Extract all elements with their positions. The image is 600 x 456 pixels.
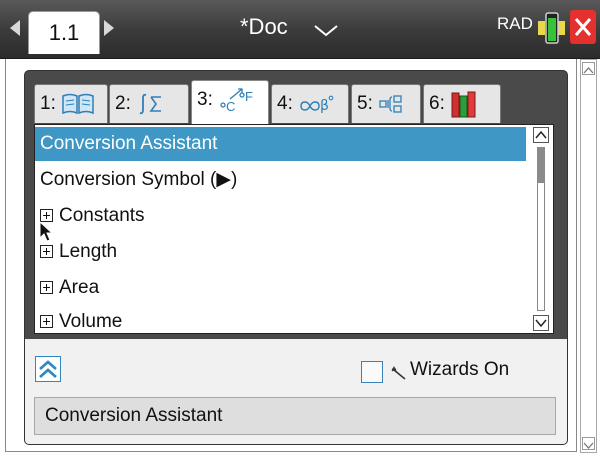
list-item-label: Area [59, 277, 100, 298]
svg-text:β: β [320, 98, 329, 114]
expand-plus-icon[interactable] [40, 281, 53, 294]
screen: 1.1 *Doc RAD 1: 2: 3: C F 4: β 5: 6: Con… [0, 0, 600, 456]
mouse-pointer-icon [39, 221, 54, 242]
svg-text:F: F [245, 89, 253, 104]
catalog-bottom-panel: Wizards On Conversion Assistant [25, 339, 567, 444]
library-books-icon [451, 91, 476, 118]
tab-2[interactable]: 2: [109, 84, 189, 123]
page-scrollbar[interactable] [580, 59, 597, 453]
expand-plus-icon[interactable] [40, 245, 53, 258]
top-bar: 1.1 *Doc RAD [0, 0, 600, 59]
template-icon [379, 95, 402, 113]
list-item-label: Length [59, 241, 118, 262]
item-description: Conversion Assistant [34, 397, 556, 435]
list-scrollbar[interactable] [532, 127, 550, 331]
tab-3[interactable]: 3: C F [191, 80, 269, 126]
collapse-button[interactable] [35, 356, 61, 382]
list-item-constants[interactable]: Constants [35, 199, 526, 233]
list-item-label: Volume [59, 311, 123, 332]
tab-3-label: 3: [197, 89, 213, 110]
tab-6-label: 6: [429, 93, 445, 114]
wizards-label[interactable]: Wizards On [410, 359, 509, 381]
infinity-beta-icon: β [300, 95, 334, 114]
page-tab[interactable]: 1.1 [28, 11, 100, 54]
previous-page-icon[interactable] [10, 20, 20, 36]
list-item-label: Conversion Symbol (▶) [40, 169, 238, 190]
list-item-label: Conversion Assistant [40, 133, 218, 154]
tab-2-label: 2: [115, 93, 131, 114]
document-title[interactable]: *Doc [240, 14, 288, 40]
list-scroll-up-button[interactable] [533, 127, 549, 143]
angle-mode-indicator: RAD [497, 14, 533, 33]
battery-icon [538, 12, 565, 44]
list-item-conversion-symbol[interactable]: Conversion Symbol (▶) [35, 163, 526, 197]
tab-5-label: 5: [357, 93, 373, 114]
list-scroll-down-button[interactable] [533, 315, 549, 331]
list-item-conversion-assistant[interactable]: Conversion Assistant [35, 127, 526, 161]
tab-1[interactable]: 1: [34, 84, 108, 123]
close-icon[interactable] [570, 10, 596, 44]
tab-5[interactable]: 5: [351, 84, 421, 123]
wand-icon [391, 366, 406, 380]
page-scroll-up-button[interactable] [582, 62, 595, 75]
list-item-volume[interactable]: Volume [35, 305, 526, 333]
expand-plus-icon[interactable] [40, 315, 53, 328]
list-item-area[interactable]: Area [35, 271, 526, 305]
wizards-checkbox[interactable] [361, 361, 383, 383]
degree-conversion-icon: C F [220, 88, 253, 114]
svg-text:C: C [226, 99, 235, 114]
double-chevron-up-icon [39, 360, 57, 378]
list-scroll-thumb[interactable] [537, 147, 545, 183]
tab-4-label: 4: [277, 93, 293, 114]
list-item-label: Constants [59, 205, 145, 226]
chevron-down-icon[interactable] [314, 25, 338, 37]
list-item-length[interactable]: Length [35, 235, 526, 269]
tab-4[interactable]: 4: β [271, 84, 349, 123]
tab-1-label: 1: [40, 93, 56, 114]
page-scroll-down-button[interactable] [582, 437, 595, 450]
catalog-dialog: 1: 2: 3: C F 4: β 5: 6: Conversion Assis… [25, 71, 567, 444]
tab-6[interactable]: 6: [423, 84, 501, 123]
catalog-list[interactable]: Conversion Assistant Conversion Symbol (… [34, 124, 554, 334]
next-page-icon[interactable] [104, 20, 114, 36]
integral-sigma-icon [139, 93, 162, 115]
book-icon [62, 93, 94, 115]
